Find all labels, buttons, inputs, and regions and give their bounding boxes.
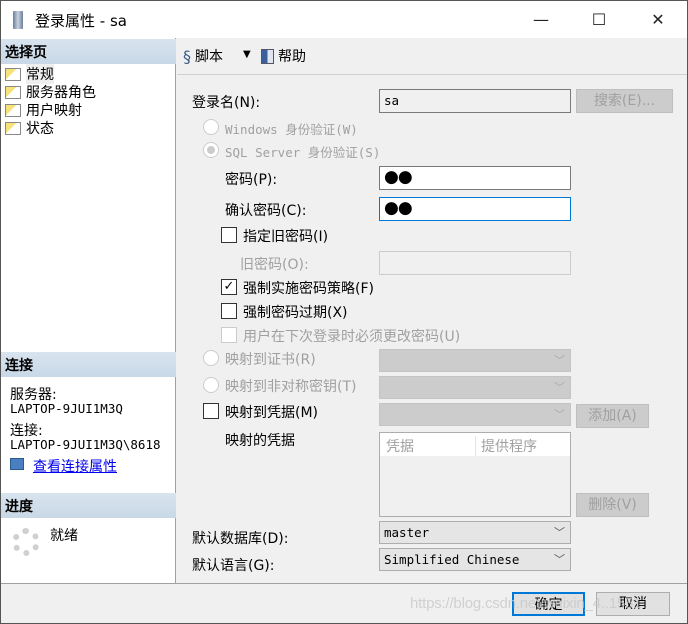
map-certificate-radio[interactable] xyxy=(203,350,219,366)
default-language-combo[interactable]: Simplified Chinese ﹀ xyxy=(379,548,571,571)
minimize-button[interactable]: — xyxy=(526,7,556,33)
page-icon xyxy=(5,103,21,117)
chevron-down-icon: ﹀ xyxy=(554,526,565,539)
map-certificate-label: 映射到证书(R) xyxy=(225,352,316,368)
credentials-table[interactable]: 凭据 提供程序 xyxy=(379,432,571,517)
certificate-combo[interactable]: ﹀ xyxy=(379,349,571,372)
column-header-provider[interactable]: 提供程序 xyxy=(481,436,537,456)
credential-combo[interactable]: ﹀ xyxy=(379,403,571,426)
default-database-combo[interactable]: master ﹀ xyxy=(379,521,571,544)
password-label: 密码(P): xyxy=(225,172,278,188)
windows-auth-label: Windows 身份验证(W) xyxy=(225,122,358,137)
old-password-label: 旧密码(O): xyxy=(240,257,309,273)
maximize-button[interactable]: ☐ xyxy=(584,7,614,33)
must-change-checkbox[interactable] xyxy=(221,327,237,343)
select-page-header: 选择页 xyxy=(1,39,176,64)
connection-value: LAPTOP-9JUI1M3Q\8618 xyxy=(10,437,161,452)
asym-key-combo[interactable]: ﹀ xyxy=(379,376,571,399)
chevron-down-icon: ﹀ xyxy=(554,354,565,367)
watermark: https://blog.csdn.net/weixin_4..1551 xyxy=(410,595,642,612)
sidebar-item-label: 服务器角色 xyxy=(26,85,96,101)
confirm-password-label: 确认密码(C): xyxy=(225,203,307,219)
map-asym-key-radio[interactable] xyxy=(203,377,219,393)
connection-properties-icon xyxy=(10,458,24,470)
close-button[interactable]: ✕ xyxy=(643,7,673,33)
enforce-expiration-checkbox[interactable] xyxy=(221,303,237,319)
confirm-password-input[interactable]: ●● xyxy=(379,197,571,221)
mapped-credentials-label: 映射的凭据 xyxy=(225,433,295,449)
page-icon xyxy=(5,85,21,99)
chevron-down-icon: ﹀ xyxy=(554,408,565,421)
script-label: 脚本 xyxy=(195,49,223,65)
title-bar: 登录属性 - sa — ☐ ✕ xyxy=(0,0,688,38)
progress-spinner-icon xyxy=(12,528,40,556)
sidebar-item-server-roles[interactable]: 服务器角色 xyxy=(5,83,96,101)
sql-auth-label: SQL Server 身份验证(S) xyxy=(225,145,381,160)
login-name-label: 登录名(N): xyxy=(192,95,261,111)
help-icon xyxy=(261,48,274,64)
enforce-expiration-label: 强制密码过期(X) xyxy=(243,305,348,321)
sidebar: 选择页 常规 服务器角色 用户映射 状态 连接 服务器: LAPTOP-9JUI… xyxy=(1,38,176,583)
script-dropdown-arrow-icon[interactable]: ▼ xyxy=(243,49,251,60)
map-credential-label: 映射到凭据(M) xyxy=(225,405,319,421)
sidebar-item-label: 用户映射 xyxy=(26,103,82,119)
must-change-label: 用户在下次登录时必须更改密码(U) xyxy=(243,329,461,345)
script-button[interactable]: § 脚本 xyxy=(183,46,223,66)
default-language-label: 默认语言(G): xyxy=(192,558,275,574)
page-icon xyxy=(5,121,21,135)
page-icon xyxy=(5,67,21,81)
map-asym-key-label: 映射到非对称密钥(T) xyxy=(225,379,357,395)
password-input[interactable]: ●● xyxy=(379,166,571,190)
sidebar-item-label: 状态 xyxy=(26,121,54,137)
login-name-input[interactable]: sa xyxy=(379,89,571,113)
default-language-value: Simplified Chinese xyxy=(384,552,520,567)
view-connection-properties-link[interactable]: 查看连接属性 xyxy=(33,456,117,476)
sql-auth-radio[interactable] xyxy=(203,142,219,158)
window-title: 登录属性 - sa xyxy=(35,12,127,30)
sidebar-item-label: 常规 xyxy=(26,64,54,84)
column-header-credential[interactable]: 凭据 xyxy=(386,436,476,456)
sidebar-item-user-mapping[interactable]: 用户映射 xyxy=(5,101,82,119)
specify-old-password-label: 指定旧密码(I) xyxy=(243,229,329,245)
old-password-input[interactable] xyxy=(379,251,571,275)
enforce-policy-checkbox[interactable]: ✓ xyxy=(221,279,237,295)
help-label: 帮助 xyxy=(278,49,306,65)
connection-header: 连接 xyxy=(1,352,176,377)
default-database-value: master xyxy=(384,525,430,540)
chevron-down-icon: ﹀ xyxy=(554,381,565,394)
enforce-policy-label: 强制实施密码策略(F) xyxy=(243,281,374,297)
remove-button[interactable]: 删除(V) xyxy=(576,493,649,517)
script-icon: § xyxy=(183,46,191,66)
server-value: LAPTOP-9JUI1M3Q xyxy=(10,401,123,416)
map-credential-checkbox[interactable] xyxy=(203,403,219,419)
progress-status: 就绪 xyxy=(50,528,78,544)
toolbar: § 脚本 ▼ 帮助 xyxy=(177,38,688,75)
sidebar-item-general[interactable]: 常规 xyxy=(5,64,54,84)
footer-divider xyxy=(0,583,688,584)
search-button[interactable]: 搜索(E)... xyxy=(576,89,673,113)
progress-header: 进度 xyxy=(1,493,176,518)
default-database-label: 默认数据库(D): xyxy=(192,531,289,547)
chevron-down-icon: ﹀ xyxy=(554,553,565,566)
add-button[interactable]: 添加(A) xyxy=(576,404,649,428)
specify-old-password-checkbox[interactable] xyxy=(221,227,237,243)
sidebar-item-status[interactable]: 状态 xyxy=(5,119,54,137)
server-icon xyxy=(13,11,23,29)
windows-auth-radio[interactable] xyxy=(203,119,219,135)
help-button[interactable]: 帮助 xyxy=(261,46,306,66)
